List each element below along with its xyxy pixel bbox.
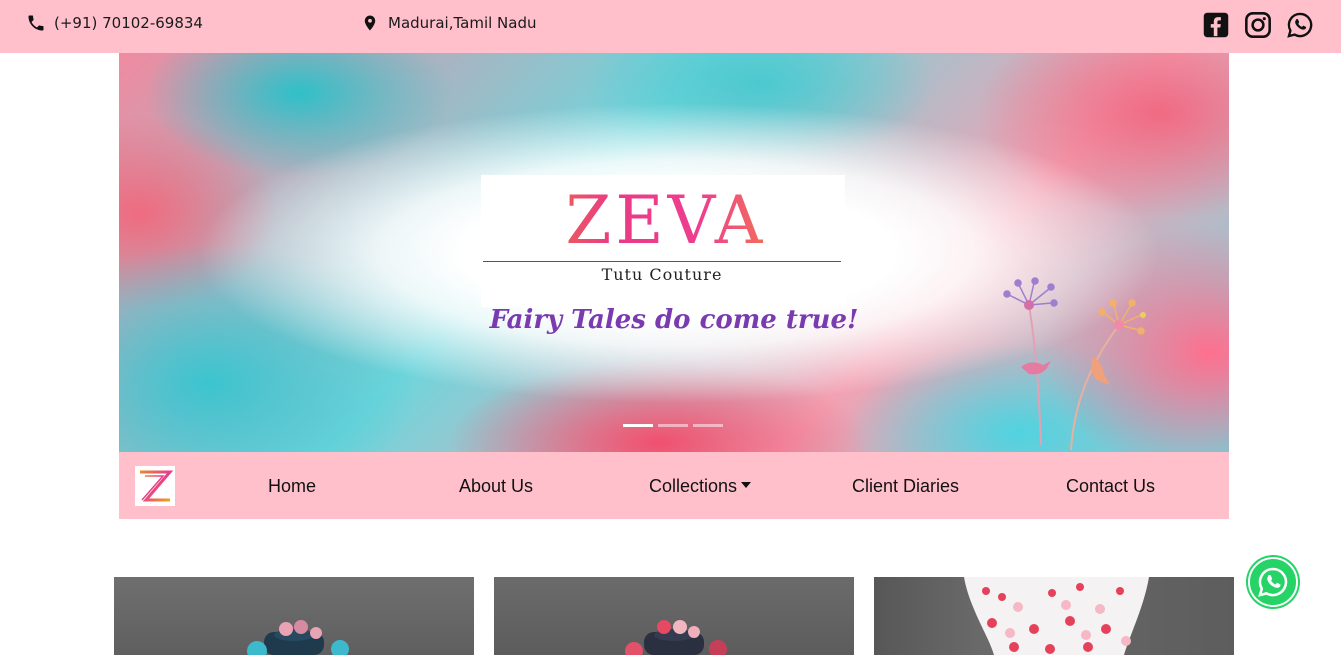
nav-client-diaries[interactable]: Client Diaries xyxy=(852,476,959,497)
hero-tagline: Fairy Tales do come true! xyxy=(489,305,859,335)
phone-number: (+91) 70102-69834 xyxy=(54,14,203,32)
product-image-3 xyxy=(964,577,1149,655)
top-contact-bar: (+91) 70102-69834 Madurai,Tamil Nadu xyxy=(0,0,1341,53)
whatsapp-icon[interactable] xyxy=(1285,10,1315,40)
social-links xyxy=(1201,10,1315,40)
carousel-indicators xyxy=(623,424,723,427)
brand-subtitle: Tutu Couture xyxy=(601,265,723,284)
nav-contact-us[interactable]: Contact Us xyxy=(1066,476,1155,497)
product-card-2[interactable] xyxy=(494,577,854,655)
product-image-1 xyxy=(247,620,349,655)
product-card-3[interactable] xyxy=(874,577,1234,655)
location-contact[interactable]: Madurai,Tamil Nadu xyxy=(360,12,536,34)
main-navbar: Home About Us Collections Client Diaries… xyxy=(119,452,1229,519)
product-card-1[interactable] xyxy=(114,577,474,655)
brand-logo-text: ZEVA xyxy=(491,181,841,261)
birds-flowers-illustration xyxy=(1003,277,1146,451)
nav-home[interactable]: Home xyxy=(268,476,316,497)
location-text: Madurai,Tamil Nadu xyxy=(388,14,537,32)
hero-carousel[interactable]: ZEVA Tutu Couture Fairy Tales do come tr… xyxy=(119,53,1229,452)
nav-collections-dropdown[interactable]: Collections xyxy=(649,476,752,497)
location-pin-icon xyxy=(360,12,380,34)
nav-brand-logo[interactable] xyxy=(135,466,175,506)
carousel-indicator-1[interactable] xyxy=(623,424,653,427)
whatsapp-icon xyxy=(1258,567,1288,597)
carousel-indicator-3[interactable] xyxy=(693,424,723,427)
caret-down-icon xyxy=(741,482,752,489)
carousel-indicator-2[interactable] xyxy=(658,424,688,427)
brand-divider xyxy=(483,261,841,262)
whatsapp-float-button[interactable] xyxy=(1248,557,1298,607)
nav-about-us[interactable]: About Us xyxy=(459,476,533,497)
zeva-z-logo-icon xyxy=(140,470,174,502)
instagram-icon[interactable] xyxy=(1243,10,1273,40)
facebook-icon[interactable] xyxy=(1201,10,1231,40)
nav-collections-label: Collections xyxy=(649,476,738,496)
phone-icon xyxy=(26,12,46,34)
phone-contact[interactable]: (+91) 70102-69834 xyxy=(26,12,203,34)
product-image-2 xyxy=(625,620,727,655)
